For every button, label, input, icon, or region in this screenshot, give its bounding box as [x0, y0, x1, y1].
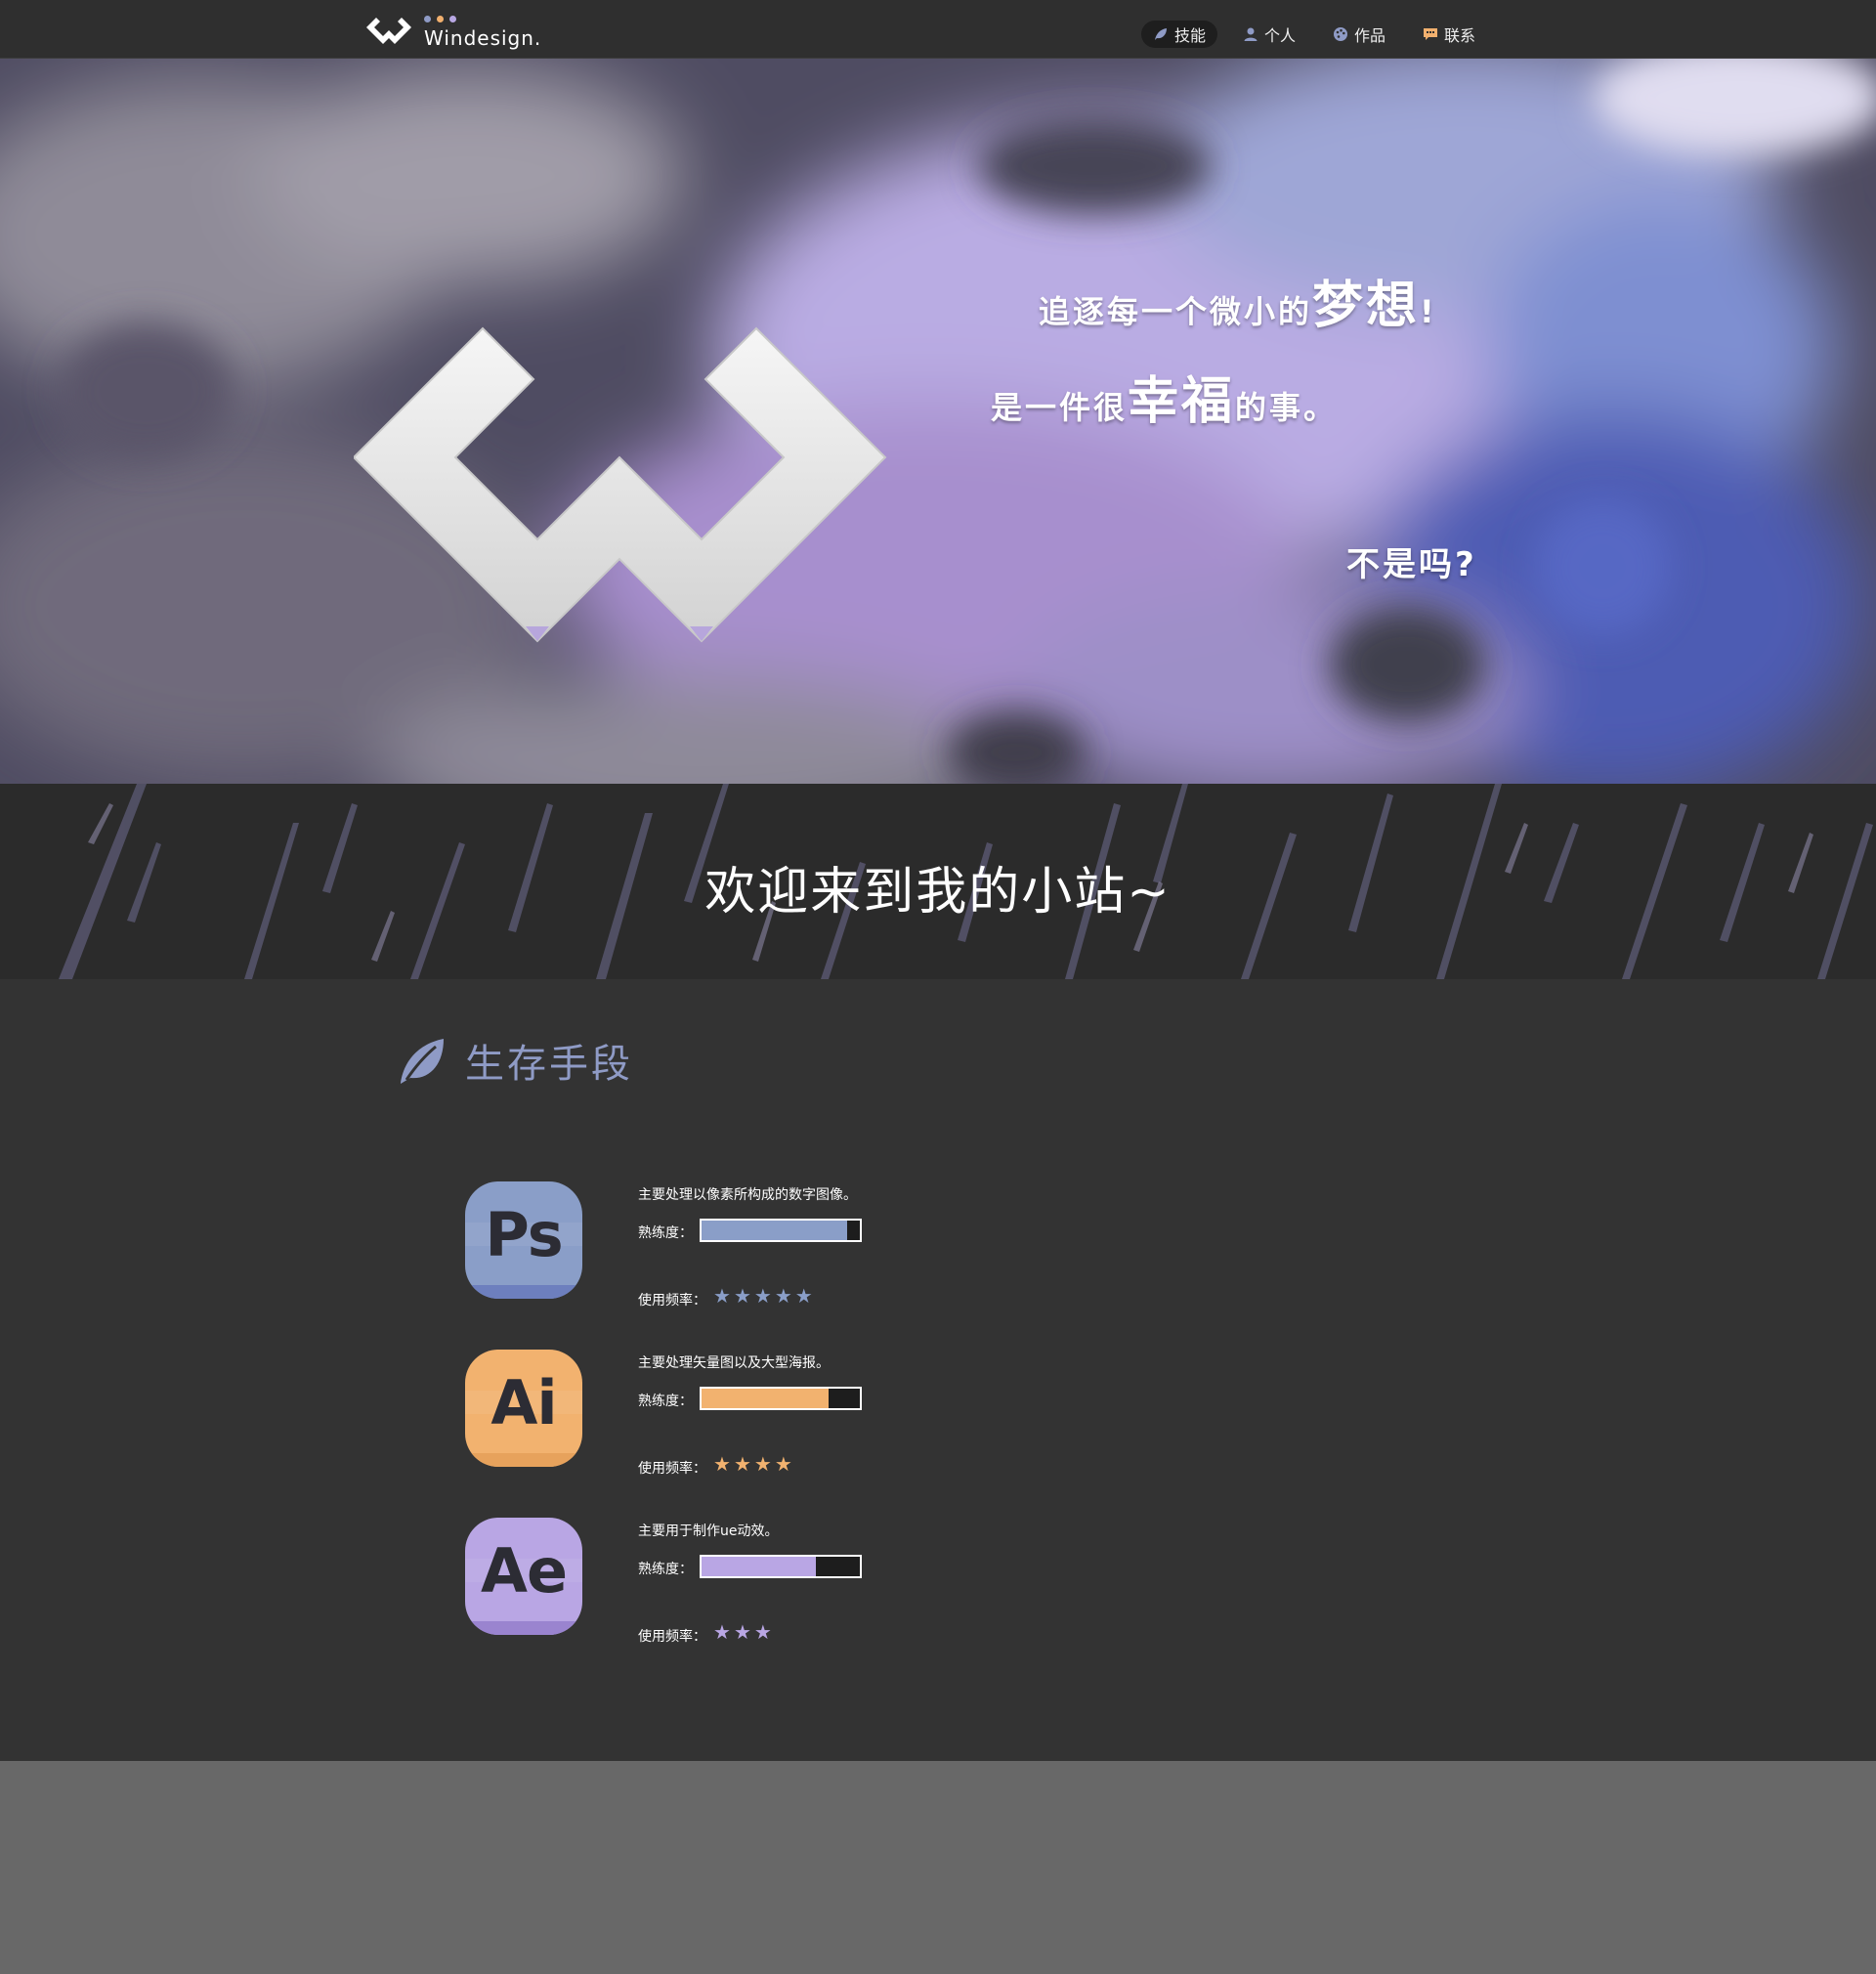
illustrator-icon: Ai: [465, 1350, 582, 1467]
star-icon: ★: [794, 1284, 813, 1308]
brand-name: Windesign.: [424, 26, 542, 50]
star-icon: ★: [713, 1452, 731, 1476]
hero-slogan-line1: 追逐每一个微小的梦想!: [1039, 264, 1437, 337]
proficiency-bar: [700, 1219, 862, 1242]
proficiency-label: 熟练度：: [638, 1225, 693, 1241]
skill-card-photoshop: Ps 主要处理以像素所构成的数字图像。 熟练度： 使用频率： ★ ★ ★ ★ ★: [465, 1181, 1051, 1338]
skill-card-after-effects: Ae 主要用于制作ue动效。 熟练度： 使用频率： ★ ★ ★: [465, 1518, 1051, 1674]
star-icon: ★: [753, 1284, 772, 1308]
palette-icon: [1334, 27, 1348, 41]
leaf-icon: [1155, 28, 1167, 40]
skill-abbreviation: Ai: [490, 1367, 557, 1438]
star-icon: ★: [774, 1452, 792, 1476]
nav-item-label: 技能: [1174, 26, 1207, 45]
logo-dot: [437, 16, 444, 22]
skill-description: 主要用于制作ue动效。: [638, 1523, 779, 1539]
frequency-label: 使用频率：: [638, 1293, 706, 1309]
photoshop-icon: Ps: [465, 1181, 582, 1299]
welcome-heading: 欢迎来到我的小站~: [704, 863, 1172, 922]
nav-item-label: 个人: [1264, 26, 1297, 45]
frequency-label: 使用频率：: [638, 1629, 706, 1645]
slogan-highlight: 幸福: [1128, 372, 1236, 431]
skill-card-illustrator: Ai 主要处理矢量图以及大型海报。 熟练度： 使用频率： ★ ★ ★ ★: [465, 1350, 1051, 1506]
icon-shade: [465, 1453, 582, 1467]
skill-abbreviation: Ps: [485, 1199, 563, 1270]
star-icon: ★: [733, 1620, 751, 1644]
proficiency-bar: [700, 1387, 862, 1410]
logo-dots: [424, 16, 456, 22]
logo-dot: [424, 16, 431, 22]
icon-shade: [465, 1621, 582, 1635]
skills-section: 生存手段 Ps 主要处理以像素所构成的数字图像。 熟练度： 使用频率： ★ ★ ★ ★…: [0, 979, 1876, 1761]
main-nav: 技能 个人 作品 联系: [1141, 21, 1487, 48]
slogan-text: 追逐每一个微小的: [1039, 293, 1313, 330]
nav-item-label: 联系: [1444, 26, 1476, 45]
section-title: 生存手段: [397, 1032, 633, 1089]
footer-area: [0, 1761, 1876, 1974]
logo-dot: [449, 16, 456, 22]
star-icon: ★: [753, 1620, 772, 1644]
icon-shade: [465, 1285, 582, 1299]
hero-slogan-line3: 不是吗?: [1346, 545, 1477, 584]
skill-abbreviation: Ae: [480, 1535, 568, 1607]
hero-banner: 追逐每一个微小的梦想! 是一件很幸福的事。 不是吗?: [0, 59, 1876, 784]
slogan-text: 是一件很: [991, 389, 1129, 426]
site-logo[interactable]: Windesign.: [365, 14, 561, 53]
frequency-stars: ★ ★ ★: [713, 1622, 772, 1642]
slogan-text: 的事。: [1235, 389, 1339, 426]
slogan-text: !: [1420, 293, 1437, 330]
star-icon: ★: [733, 1452, 751, 1476]
hero-w-logo-icon: [354, 326, 887, 643]
nav-item-works[interactable]: 作品: [1321, 21, 1397, 48]
hero-slogan-line2: 是一件很幸福的事。: [991, 360, 1338, 433]
user-icon: [1244, 27, 1258, 41]
proficiency-bar-fill: [702, 1557, 816, 1576]
proficiency-bar-fill: [702, 1221, 848, 1240]
skill-description: 主要处理矢量图以及大型海报。: [638, 1355, 830, 1371]
after-effects-icon: Ae: [465, 1518, 582, 1635]
proficiency-label: 熟练度：: [638, 1562, 693, 1577]
chat-icon: [1424, 28, 1438, 40]
star-icon: ★: [733, 1284, 751, 1308]
star-icon: ★: [713, 1620, 731, 1644]
nav-item-about[interactable]: 个人: [1231, 21, 1307, 48]
star-icon: ★: [753, 1452, 772, 1476]
proficiency-bar-fill: [702, 1389, 829, 1408]
skill-description: 主要处理以像素所构成的数字图像。: [638, 1187, 857, 1203]
frequency-label: 使用频率：: [638, 1461, 706, 1477]
star-icon: ★: [713, 1284, 731, 1308]
top-nav-bar: Windesign. 技能 个人 作品 联系: [0, 0, 1876, 59]
leaf-icon: [401, 1039, 444, 1084]
nav-item-contact[interactable]: 联系: [1411, 21, 1487, 48]
star-icon: ★: [774, 1284, 792, 1308]
nav-item-skills[interactable]: 技能: [1141, 21, 1218, 48]
slogan-highlight: 梦想: [1312, 277, 1421, 335]
frequency-stars: ★ ★ ★ ★: [713, 1454, 792, 1474]
frequency-stars: ★ ★ ★ ★ ★: [713, 1286, 813, 1306]
nav-item-label: 作品: [1354, 26, 1386, 45]
proficiency-bar: [700, 1555, 862, 1578]
welcome-strip: 欢迎来到我的小站~: [0, 784, 1876, 979]
section-title-text: 生存手段: [465, 1042, 633, 1087]
proficiency-label: 熟练度：: [638, 1394, 693, 1409]
w-logo-icon: [366, 18, 411, 44]
